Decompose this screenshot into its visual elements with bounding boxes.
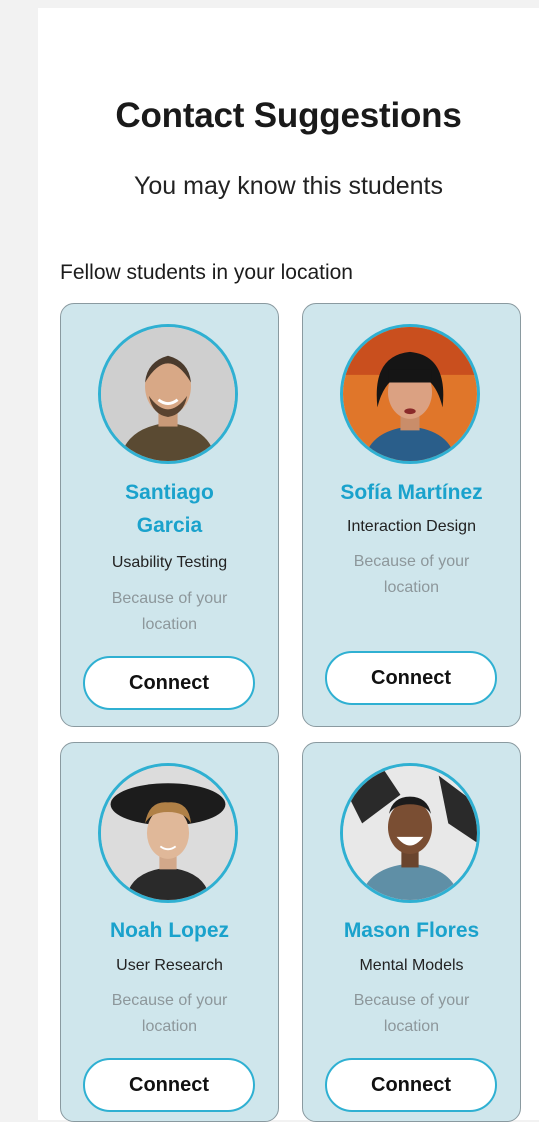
student-role: Interaction Design [347, 518, 476, 535]
suggestion-reason-line1: Because of your [111, 992, 228, 1009]
section-label: Fellow students in your location [60, 261, 353, 284]
student-card-mason-flores: Mason Flores Mental Models Because of yo… [302, 742, 521, 1122]
student-card-noah-lopez: Noah Lopez User Research Because of your… [60, 742, 279, 1122]
student-name-line1: Santiago [125, 481, 214, 504]
student-card-sofia-martinez: Sofía Martínez Interaction Design Becaus… [302, 303, 521, 727]
student-name-line2: Garcia [136, 514, 203, 537]
suggestion-reason-line1: Because of your [111, 590, 228, 607]
student-card-santiago-garcia: Santiago Garcia Usability Testing Becaus… [60, 303, 279, 727]
avatar [98, 324, 238, 464]
connect-button[interactable]: Connect [325, 1058, 497, 1112]
suggestion-reason-line2: location [383, 1018, 440, 1035]
connect-button[interactable]: Connect [83, 1058, 255, 1112]
student-name: Sofía Martínez [340, 481, 483, 504]
student-role: Mental Models [359, 957, 464, 974]
page-title: Contact Suggestions [115, 96, 462, 135]
avatar [340, 763, 480, 903]
avatar [340, 324, 480, 464]
student-role: User Research [116, 957, 223, 974]
avatar [98, 763, 238, 903]
connect-button[interactable]: Connect [325, 651, 497, 705]
suggestion-reason-line1: Because of your [353, 553, 470, 570]
suggestion-reason-line1: Because of your [353, 992, 470, 1009]
suggestion-reason-line2: location [141, 1018, 198, 1035]
suggestion-reason-line2: location [383, 579, 440, 596]
student-role: Usability Testing [111, 554, 228, 571]
suggestion-reason-line2: location [141, 616, 198, 633]
student-name: Mason Flores [343, 919, 480, 942]
connect-button[interactable]: Connect [83, 656, 255, 710]
page-subtitle: You may know this students [134, 172, 443, 200]
student-name: Noah Lopez [110, 919, 229, 942]
